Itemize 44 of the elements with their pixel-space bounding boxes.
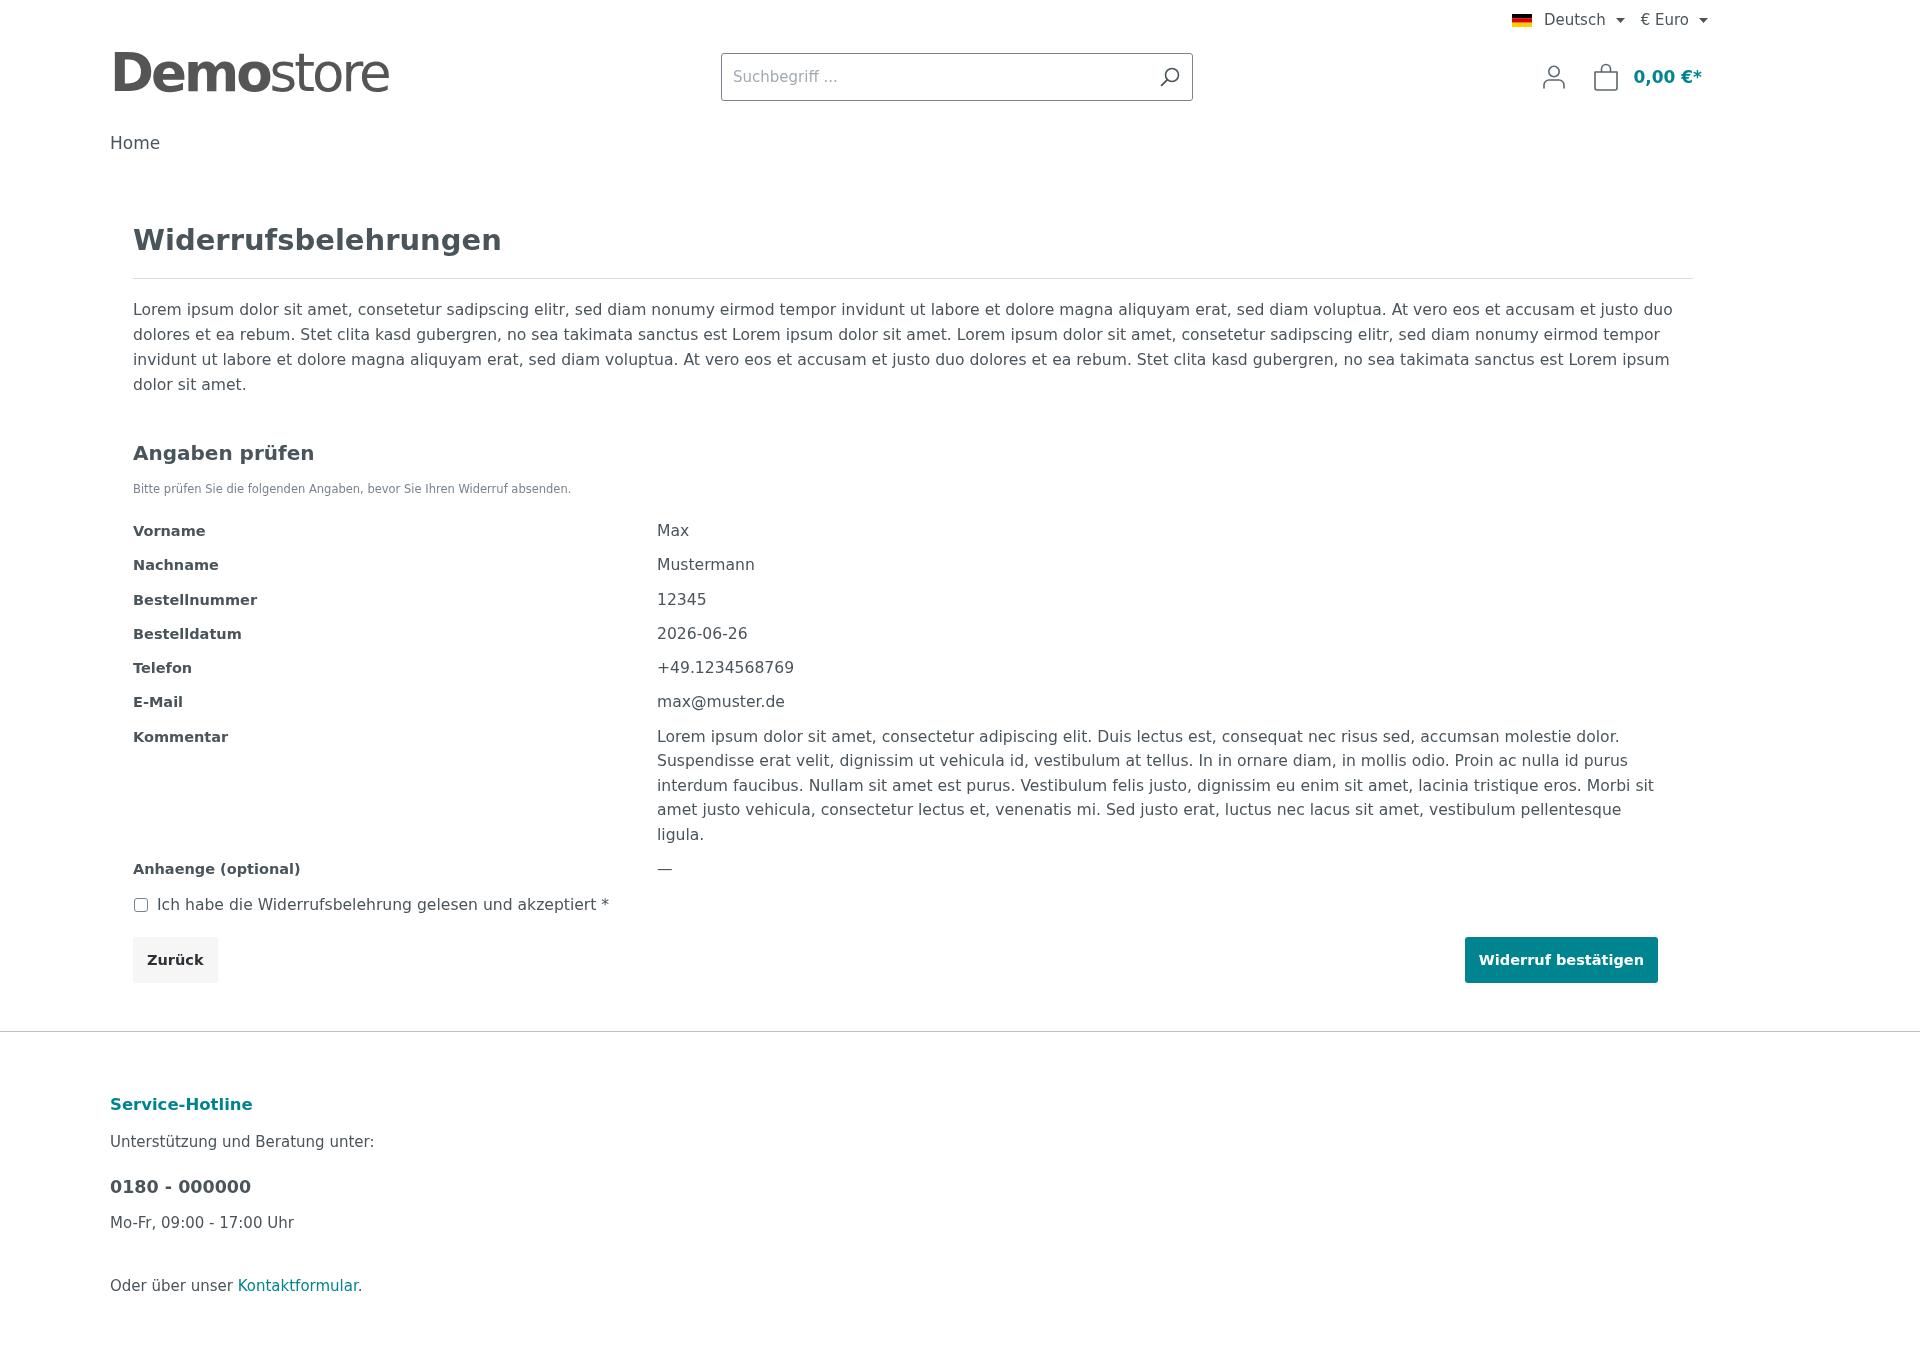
field-label: Anhaenge (optional): [133, 860, 301, 880]
field-label: Kommentar: [133, 727, 229, 747]
hint-text: Bitte prüfen Sie die folgenden Angaben, bevor Sie Ihren Widerruf absenden.: [133, 481, 572, 497]
section-heading: Angaben prüfen: [133, 440, 315, 467]
search-button[interactable]: [1159, 66, 1181, 88]
field-value: 2026-06-26: [657, 623, 748, 645]
intro-text: Lorem ipsum dolor sit amet, consetetur sadipscing elitr, sed diam nonumy eirmod tempor invidunt ut labore et dolore magna aliquyam erat, sed diam voluptua. At vero eos et accusam et justo duo dolores et ea rebum. Stet clita kasd gubergren, no sea takimata sanctus est Lorem ipsum dolor sit amet. Lorem ipsum dolor sit amet, consetetur sadipscing elitr, sed diam nonumy eirmod tempor invidunt ut labore et dolore magna aliquyam erat, sed diam voluptua. At vero eos et accusam et justo duo dolores et ea rebum. Stet clita kasd gubergren, no sea takimata sanctus est Lorem ipsum dolor sit amet.: [133, 300, 1674, 396]
field-label: E-Mail: [133, 693, 184, 713]
back-button[interactable]: Zurück: [133, 936, 218, 983]
breadcrumb-link[interactable]: Home: [110, 133, 161, 153]
search-field[interactable]: Suchbegriff ...: [721, 53, 1193, 101]
cart-button[interactable]: 0,00 €*: [1593, 63, 1702, 91]
field-label: Vorname: [133, 522, 206, 541]
field-label: Nachname: [133, 556, 219, 576]
field-value: Lorem ipsum dolor sit amet, consectetur adipiscing elit. Duis lectus est, consequat nec risus sed, accumsan molestie dolor. Suspendisse erat velit, dignissim ut vehicula id, vestibulum at tellus. In in ornare diam, in mollis odio. Proin ac nulla id purus interdum faucibus. Nullam sit amet est purus. Vestibulum felis justo, dignissim eu enim sit amet, lacinia tristique eros. Morbi sit amet justo vehicula, consectetur lectus et, venenatis mi. Sed justo erat, luctus nec lacus sit amet, vestibulum pellentesque ligula.: [657, 726, 1655, 846]
caret-icon: [1615, 17, 1625, 23]
field-value: max@muster.de: [657, 692, 785, 714]
currency-dropdown[interactable]: € Euro: [1638, 11, 1710, 29]
contact-link[interactable]: Kontaktformular: [237, 1276, 358, 1295]
submit-button[interactable]: Widerruf bestätigen: [1464, 936, 1658, 983]
field-value: —: [657, 859, 673, 881]
page-title: Widerrufsbelehrungen: [133, 222, 502, 259]
support-text: Unterstützung und Beratung unter:: [110, 1131, 375, 1153]
field-label: Bestelldatum: [133, 624, 242, 644]
field-value: Mustermann: [657, 555, 755, 577]
caret-icon: [1699, 17, 1708, 23]
user-icon: [1543, 65, 1566, 89]
phone-number: 0180 - 000000: [110, 1175, 252, 1199]
store-logo[interactable]: Demostore: [110, 45, 389, 101]
footer-heading: Service-Hotline: [110, 1093, 253, 1116]
search-icon: [1159, 66, 1181, 88]
account-button[interactable]: [1543, 65, 1566, 89]
contact-text: Oder über unser Kontaktformular.: [110, 1275, 363, 1297]
field-label: Telefon: [133, 659, 193, 679]
field-value: 12345: [657, 589, 707, 611]
bag-icon: [1593, 63, 1620, 91]
flag-icon: [1511, 13, 1532, 27]
checkbox-label[interactable]: Ich habe die Widerrufsbelehrung gelesen und akzeptiert *: [157, 893, 610, 918]
field-value: Max: [657, 521, 690, 542]
field-label: Bestellnummer: [133, 590, 258, 610]
checkbox[interactable]: [134, 898, 148, 913]
hours-text: Mo-Fr, 09:00 - 17:00 Uhr: [110, 1212, 294, 1234]
field-value: +49.1234568769: [657, 658, 795, 680]
language-dropdown[interactable]: Deutsch: [1509, 11, 1627, 29]
